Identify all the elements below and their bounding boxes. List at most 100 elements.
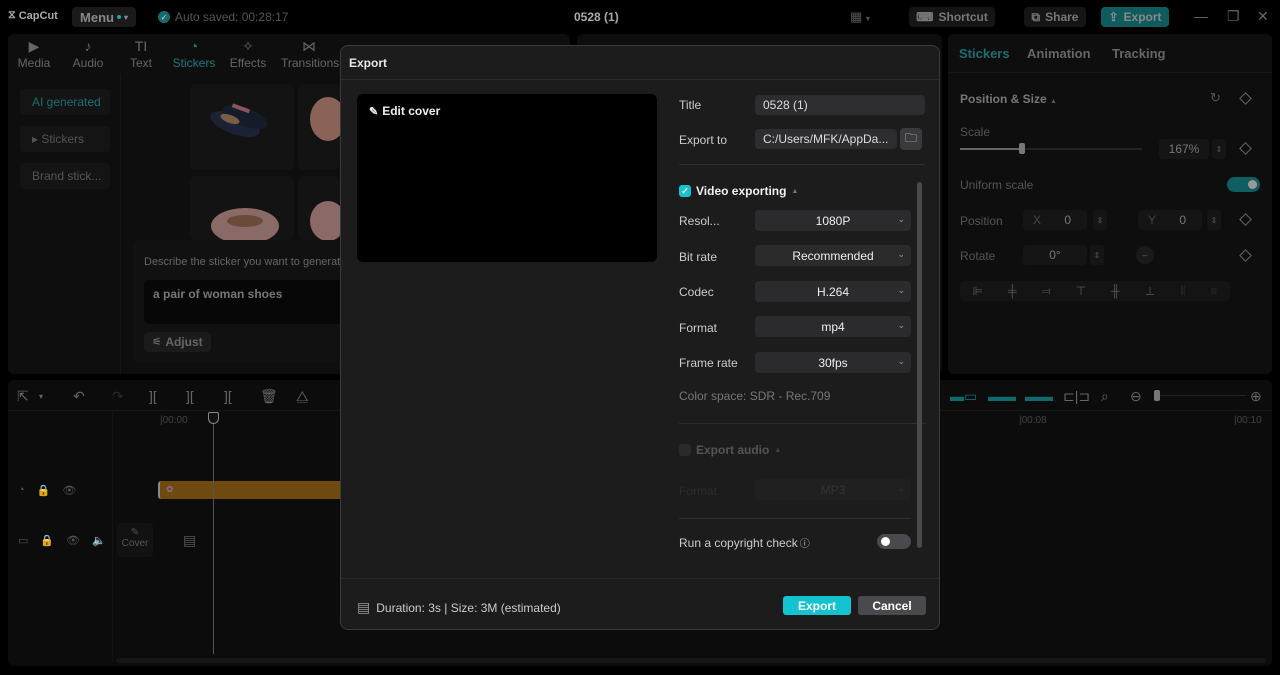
bitrate-select[interactable]: Recommended ⌄ [755,245,911,266]
codec-select[interactable]: H.264 ⌄ [755,281,911,302]
edit-cover-button[interactable]: ✎ Edit cover [369,104,440,118]
export-path-input[interactable]: C:/Users/MFK/AppDa... [755,129,897,149]
snap-icon[interactable]: ▬▬ [1025,388,1053,404]
tab-effects[interactable]: ✧ Effects [223,38,273,70]
scale-slider[interactable] [960,143,1142,154]
toggle-knob [1248,180,1257,189]
timeline-zoom-slider[interactable] [1154,390,1246,401]
folder-button[interactable]: 🗀 [900,128,922,150]
section-title[interactable]: Position & Size ▲ [960,92,1057,106]
cover-button[interactable]: ✎ Cover [117,523,153,557]
split-right-icon[interactable]: ][ [224,388,232,404]
playhead-handle[interactable] [208,412,219,424]
video-export-section[interactable]: ✓ Video exporting ▲ [679,184,798,198]
track-header-divider [112,410,113,662]
align-bottom-icon[interactable]: ⊥ [1145,284,1155,298]
export-top-button[interactable]: ⇪ Export [1101,7,1169,27]
tab-stickers-props[interactable]: Stickers [959,46,1010,61]
sticker-clip[interactable]: ✿ [158,481,348,499]
cancel-button[interactable]: Cancel [858,596,926,615]
sticker-thumbnail[interactable] [298,176,340,240]
magnet-icon[interactable]: ▬▬ [988,388,1016,404]
shoe-image [310,201,340,240]
scale-value[interactable]: 167% [1159,139,1209,159]
position-y-input[interactable]: Y0 [1138,210,1202,230]
tab-media[interactable]: ▶ Media [9,38,59,70]
rotate-input[interactable]: 0° [1023,245,1087,265]
prompt-input[interactable]: a pair of woman shoes [144,280,343,324]
minimize-button[interactable]: — [1194,8,1208,24]
align-center-v-icon[interactable]: ╫ [1111,284,1120,298]
audio-icon[interactable]: 🔈 [92,534,106,547]
close-button[interactable]: ✕ [1257,8,1269,25]
scale-spinner[interactable]: ⇕ [1212,139,1226,159]
resolution-select[interactable]: 1080P ⌄ [755,210,911,231]
zoom-slider-thumb[interactable] [1154,390,1160,401]
sticker-thumbnail[interactable] [190,176,294,240]
position-y-spinner[interactable]: ⇕ [1207,210,1221,230]
rotate-spinner[interactable]: ⇕ [1090,245,1104,265]
cover-preview[interactable]: ✎ Edit cover [357,94,657,262]
position-x-input[interactable]: X0 [1023,210,1087,230]
zoom-fit-icon[interactable]: ⌕ [1101,388,1109,405]
eye-icon[interactable]: 👁 [66,534,80,547]
adjust-button[interactable]: ⚟ Adjust [144,332,211,352]
sidebar-item-ai-generated[interactable]: AI generated [20,89,110,115]
tab-animation[interactable]: Animation [1027,46,1091,61]
undo-icon[interactable]: ↶ [73,388,85,405]
scale-slider-thumb[interactable] [1018,143,1025,154]
split-icon[interactable]: ][ [149,388,157,404]
format-select[interactable]: mp4 ⌄ [755,316,911,337]
playhead[interactable] [208,412,219,654]
split-left-icon[interactable]: ][ [186,388,194,404]
footer-divider [341,578,939,579]
position-x-spinner[interactable]: ⇕ [1093,210,1107,230]
dialog-scrollbar[interactable] [917,182,922,548]
split-center-icon[interactable]: ⊏|⊐ [1063,388,1090,405]
title-input[interactable]: 0528 (1) [755,95,925,115]
tab-transitions[interactable]: ⋈ Transitions [281,38,339,70]
menu-button[interactable]: Menu ▾ [72,7,136,27]
lock-icon[interactable]: 🔒 [40,534,54,547]
distribute-h-icon[interactable]: ⫴ [1180,284,1185,299]
align-top-icon[interactable]: ⊤ [1076,284,1086,298]
eye-icon[interactable]: 👁 [62,484,76,497]
chevron-down-icon[interactable]: ▾ [39,392,43,401]
timeline-scrollbar[interactable] [116,658,1266,663]
lock-icon[interactable]: 🔒 [37,484,51,497]
maximize-button[interactable]: ❐ [1227,8,1240,25]
video-export-checkbox[interactable]: ✓ [679,185,691,197]
delete-icon[interactable]: 🗑 [260,388,278,405]
tab-audio[interactable]: ♪ Audio [63,38,113,70]
uniform-scale-toggle[interactable] [1227,177,1260,192]
sticker-thumbnail[interactable] [298,84,340,170]
zoom-in-icon[interactable]: ⊕ [1250,388,1262,405]
sidebar-item-brand-stickers[interactable]: Brand stick... [20,163,110,189]
notification-dot [116,15,121,19]
sidebar-item-stickers[interactable]: ▸ Stickers [20,126,110,152]
shortcut-button[interactable]: ⌨ Shortcut [909,7,995,27]
distribute-v-icon[interactable]: ≡ [1210,284,1217,298]
rotate-dial[interactable]: – [1136,246,1154,264]
select-tool-icon[interactable]: ⇱ [17,388,29,405]
align-right-icon[interactable]: ⫤ [1042,284,1051,299]
align-center-h-icon[interactable]: ╪ [1008,284,1017,298]
export-button[interactable]: Export [783,596,851,615]
layout-icon[interactable]: ▦ ▾ [850,9,870,25]
zoom-out-icon[interactable]: ⊖ [1130,388,1142,405]
mirror-icon[interactable]: ⧋ [296,388,309,405]
sticker-thumbnail[interactable] [190,84,294,170]
tab-tracking[interactable]: Tracking [1112,46,1165,61]
audio-export-checkbox[interactable] [679,444,691,456]
copyright-toggle[interactable] [877,534,911,549]
frame-rate-select[interactable]: 30fps ⌄ [755,352,911,373]
reset-icon[interactable]: ↻ [1210,90,1221,106]
redo-icon[interactable]: ↷ [112,388,124,405]
link-icon[interactable]: ▬▭ [950,388,977,405]
share-button[interactable]: ⧉ Share [1024,7,1086,27]
help-icon[interactable]: ⓘ [800,535,810,550]
tab-stickers[interactable]: ◔ Stickers [169,38,219,70]
audio-export-section[interactable]: Export audio ▲ [679,443,781,457]
tab-text[interactable]: TI Text [116,38,166,70]
align-left-icon[interactable]: ⊫ [973,284,983,298]
